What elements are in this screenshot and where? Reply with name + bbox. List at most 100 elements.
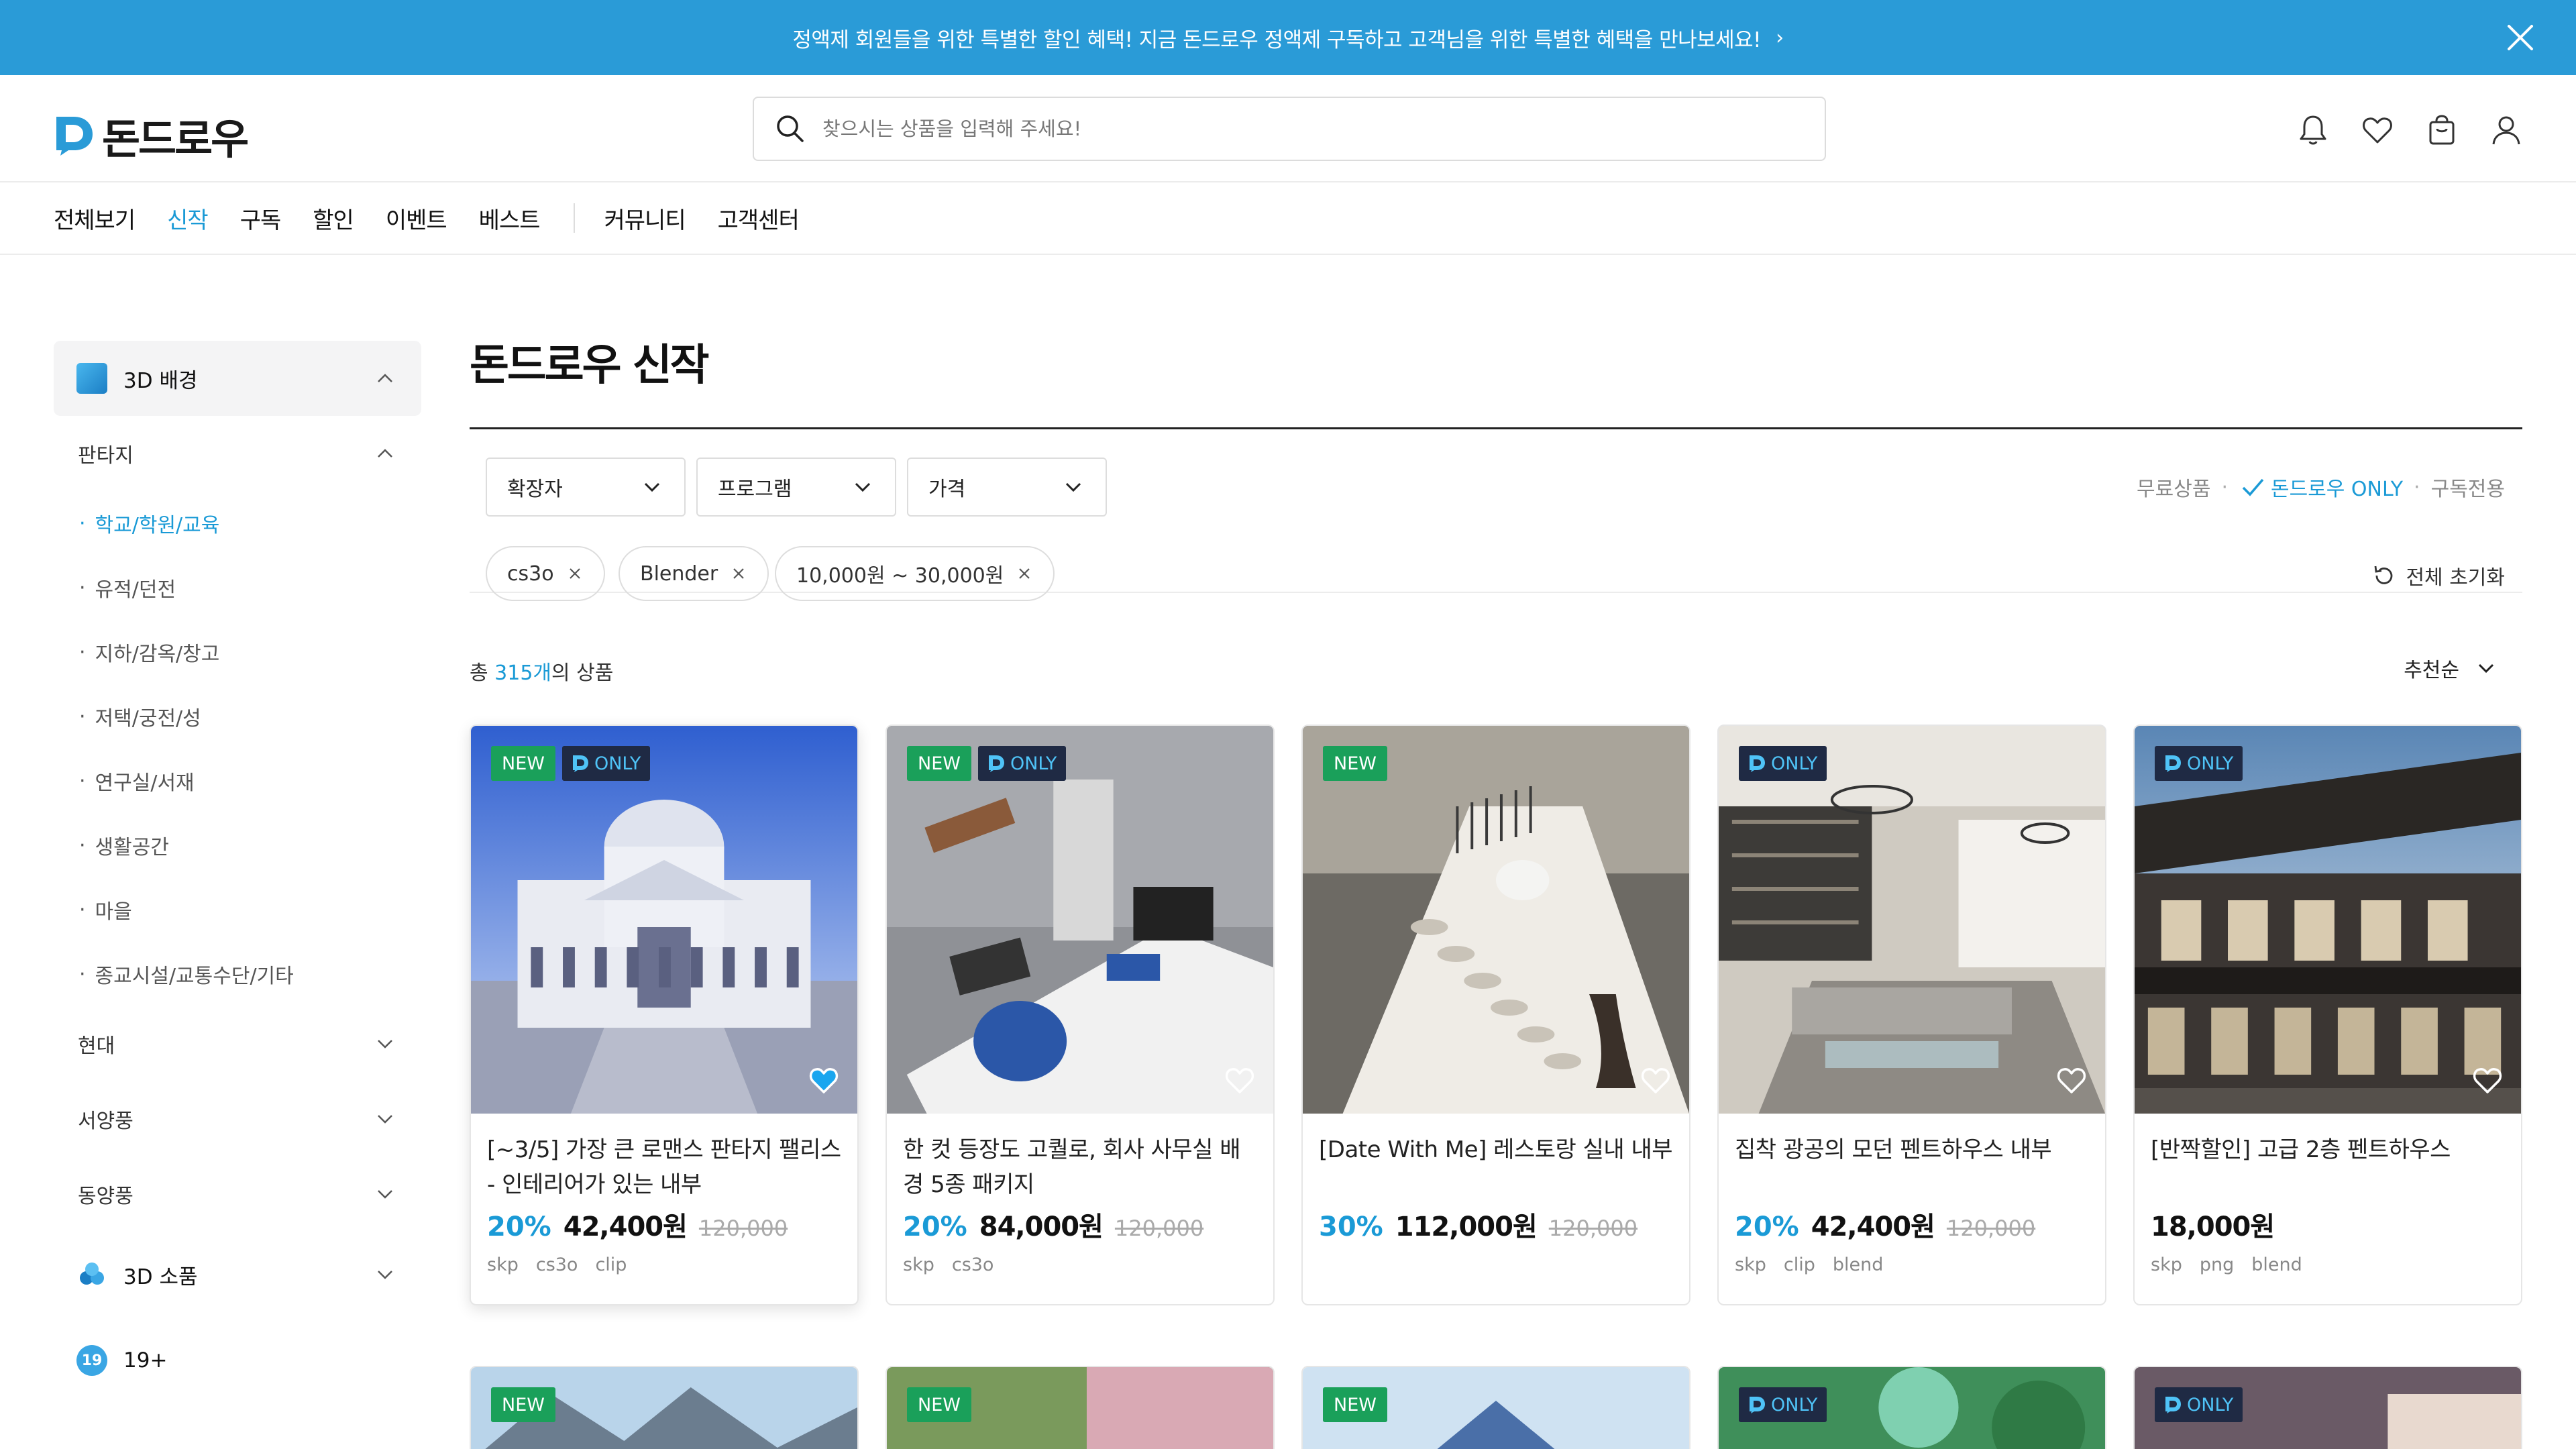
mode-free[interactable]: 무료상품 [2137,472,2210,502]
mode-dondraw-only[interactable]: 돈드로우 ONLY [2239,472,2403,502]
product-title[interactable]: [~3/5] 가장 큰 로맨스 판타지 팰리스 - 인테리어가 있는 내부 [487,1132,841,1202]
chevron-down-icon[interactable] [373,1182,397,1206]
sidebar-item-living[interactable]: · 생활공간 [79,813,421,877]
heart-icon[interactable] [1222,1063,1257,1097]
sidebar-item-etc[interactable]: · 종교시설/교통수단/기타 [79,942,421,1006]
sidebar-category-adult[interactable]: 19 19+ [54,1318,421,1403]
mode-subscription-only[interactable]: 구독전용 [2431,472,2505,502]
product-card[interactable]: NEW [885,1366,1275,1449]
product-thumbnail[interactable]: NEW [1303,726,1689,1114]
product-thumbnail[interactable]: NEW [471,1367,857,1449]
product-card[interactable]: ONLY [1717,1366,2106,1449]
search-icon[interactable] [774,113,806,145]
reset-filters-button[interactable]: 전체 초기화 [2371,561,2505,590]
mode-separator: · [2414,475,2420,499]
sidebar-item-lab[interactable]: · 연구실/서재 [79,749,421,813]
chevron-up-icon[interactable] [373,441,397,466]
user-icon[interactable] [2487,111,2525,149]
nav-item-new[interactable]: 신작 [167,202,209,235]
product-card[interactable]: NEW [1301,1366,1690,1449]
only-badge-label: ONLY [1010,753,1057,774]
heart-icon[interactable] [2359,111,2396,149]
heart-icon[interactable] [1638,1063,1673,1097]
bell-icon[interactable] [2294,111,2332,149]
product-thumbnail[interactable]: NEW [1303,1367,1689,1449]
close-icon[interactable] [566,565,584,582]
only-badge: ONLY [1739,746,1827,781]
product-card[interactable]: NEW [Date With Me] 레스토랑 실내 내부 30% 112,000원 1… [1301,724,1690,1305]
sidebar-sub-western[interactable]: 서양풍 [54,1081,421,1157]
sidebar-item-village[interactable]: · 마을 [79,877,421,942]
product-card[interactable]: NEW ONLY 한 컷 등장도 고퀄로, 회사 사무실 배경 5종 패키지 20% 8… [885,724,1275,1305]
sidebar-category-3d-background[interactable]: 3D 배경 [54,341,421,416]
bag-icon[interactable] [2423,111,2461,149]
product-tag: cs3o [951,1254,994,1275]
heart-icon[interactable] [2470,1063,2505,1097]
product-prices: 30% 112,000원 120,000 [1319,1205,1673,1245]
promo-banner-text[interactable]: 정액제 회원들을 위한 특별한 할인 혜택! 지금 돈드로우 정액제 구독하고 … [792,23,1761,53]
product-card[interactable]: ONLY 집착 광공의 모던 펜트하우스 내부 20% 42,400원 120,000 s… [1717,724,2106,1305]
check-icon [2242,478,2264,496]
search-bar[interactable] [753,97,1826,161]
filter-chip-label: cs3o [507,561,554,586]
product-thumbnail[interactable]: NEW [887,1367,1273,1449]
product-price: 18,000원 [2151,1212,2275,1242]
nav-item-community[interactable]: 커뮤니티 [604,202,686,235]
product-title[interactable]: 집착 광공의 모던 펜트하우스 내부 [1735,1132,2089,1202]
new-badge: NEW [1323,746,1387,781]
sort-dropdown[interactable]: 추천순 [2404,653,2498,683]
chevron-down-icon [855,482,871,492]
promo-banner[interactable]: 정액제 회원들을 위한 특별한 할인 혜택! 지금 돈드로우 정액제 구독하고 … [0,0,2576,75]
sidebar-item-underground[interactable]: · 지하/감옥/창고 [79,620,421,684]
product-card[interactable]: NEW ONLY [~3/5] 가장 큰 로맨스 판타지 팰리스 - 인테리어가 있… [470,724,859,1305]
filter-price-dropdown[interactable]: 가격 [907,458,1107,517]
nav-item-support[interactable]: 고객센터 [718,202,800,235]
product-original-price: 120,000 [1548,1216,1638,1241]
chevron-down-icon[interactable] [373,1107,397,1131]
close-icon[interactable] [2504,21,2537,54]
close-icon[interactable] [730,565,747,582]
product-thumbnail[interactable]: NEW ONLY [471,726,857,1114]
sidebar-item-mansion[interactable]: · 저택/궁전/성 [79,684,421,749]
dondraw-logo-icon [2165,755,2181,772]
product-thumbnail[interactable]: ONLY [1719,1367,2105,1449]
product-card[interactable]: ONLY [반짝할인] 고급 2층 펜트하우스 18,000원 skp png blend [2133,724,2522,1305]
product-title[interactable]: 한 컷 등장도 고퀄로, 회사 사무실 배경 5종 패키지 [903,1132,1257,1202]
product-image [2135,726,2521,1114]
sidebar-sub-eastern[interactable]: 동양풍 [54,1157,421,1232]
nav-item-sale[interactable]: 할인 [313,202,354,235]
product-original-price: 120,000 [698,1216,788,1241]
sidebar-sub-fantasy[interactable]: 판타지 [54,416,421,491]
close-icon[interactable] [1016,565,1033,582]
product-title[interactable]: [반짝할인] 고급 2층 펜트하우스 [2151,1132,2505,1202]
product-thumbnail[interactable]: ONLY [2135,1367,2521,1449]
product-thumbnail[interactable]: ONLY [1719,726,2105,1114]
chevron-down-icon[interactable] [373,1263,397,1287]
product-thumbnail[interactable]: NEW ONLY [887,726,1273,1114]
product-image [471,726,857,1114]
heart-icon[interactable] [806,1063,841,1097]
product-card[interactable]: ONLY [2133,1366,2522,1449]
sidebar-sub-modern[interactable]: 현대 [54,1006,421,1081]
filter-extension-dropdown[interactable]: 확장자 [486,458,686,517]
nav-item-event[interactable]: 이벤트 [386,202,447,235]
product-card[interactable]: NEW [470,1366,859,1449]
heart-icon[interactable] [2054,1063,2089,1097]
nav-item-subscribe[interactable]: 구독 [240,202,282,235]
product-info: [Date With Me] 레스토랑 실내 내부 30% 112,000원 120,… [1303,1114,1689,1254]
logo[interactable]: 돈드로우 [54,105,249,166]
filter-label: 확장자 [507,478,563,501]
nav-item-best[interactable]: 베스트 [479,202,541,235]
filter-program-dropdown[interactable]: 프로그램 [696,458,896,517]
product-title[interactable]: [Date With Me] 레스토랑 실내 내부 [1319,1132,1673,1202]
product-image [887,726,1273,1114]
sidebar-category-3d-props[interactable]: 3D 소품 [54,1232,421,1318]
nav-item-all[interactable]: 전체보기 [54,202,136,235]
search-input[interactable] [822,117,1762,140]
chevron-down-icon[interactable] [373,1032,397,1056]
sidebar-sub-label: 현대 [78,1034,115,1058]
product-thumbnail[interactable]: ONLY [2135,726,2521,1114]
sidebar-item-ruins[interactable]: · 유적/던전 [79,555,421,620]
sidebar-item-school[interactable]: · 학교/학원/교육 [79,491,421,555]
chevron-up-icon[interactable] [373,366,397,390]
